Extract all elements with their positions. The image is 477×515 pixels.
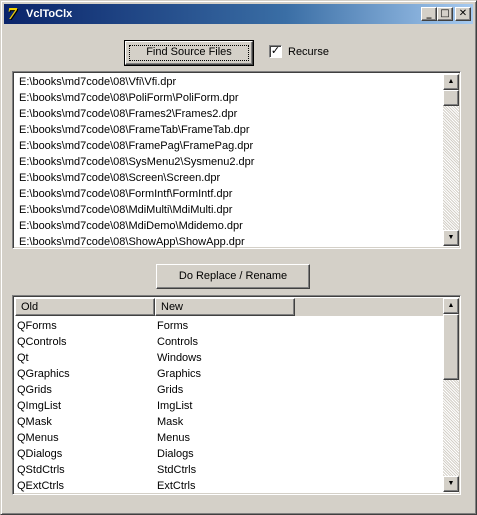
new-unit-name: Windows [157,352,202,364]
mapping-row[interactable]: QForms Forms [15,318,443,334]
do-replace-rename-button[interactable]: Do Replace / Rename [156,264,310,289]
column-header-old[interactable]: Old [15,298,155,316]
header-filler [295,298,443,316]
old-unit-name: Qt [17,352,29,364]
new-unit-name: Grids [157,384,184,396]
old-unit-name: QMask [17,416,52,428]
new-unit-name: Graphics [157,368,202,380]
mapping-row[interactable]: QControls Controls [15,334,443,350]
mapping-row[interactable]: Qt Windows [15,350,443,366]
mapping-row[interactable]: QMask Mask [15,414,443,430]
mapping-vertical-scrollbar[interactable]: ▲ ▼ [443,298,459,492]
minimize-button[interactable]: _ [421,7,437,21]
file-list-item[interactable]: E:\books\md7code\08\Vfi\Vfi.dpr [16,74,442,90]
column-header-new[interactable]: New [155,298,295,316]
file-list-item[interactable]: E:\books\md7code\08\FormIntf\FormIntf.dp… [16,186,442,202]
old-unit-name: QGrids [17,384,52,396]
old-unit-name: QImgList [17,400,62,412]
mapping-row[interactable]: QDialogs Dialogs [15,446,443,462]
file-list-item[interactable]: E:\books\md7code\08\MdiDemo\Mdidemo.dpr [16,218,442,234]
old-unit-name: QMenus [17,432,59,444]
new-unit-name: Menus [157,432,191,444]
scroll-up-arrow-icon[interactable]: ▲ [443,298,459,314]
scroll-down-arrow-icon[interactable]: ▼ [443,476,459,492]
mapping-rows: QForms Forms QControls Controls Qt Windows QGr… [15,318,443,494]
recurse-label[interactable]: Recurse [288,45,329,59]
delphi-7-icon[interactable]: 7 [7,6,23,22]
old-unit-name: QExtCtrls [17,480,65,492]
file-list-item[interactable]: E:\books\md7code\08\Screen\Screen.dpr [16,170,442,186]
file-list-item[interactable]: E:\books\md7code\08\SysMenu2\Sysmenu2.dp… [16,154,442,170]
file-list-item[interactable]: E:\books\md7code\08\MdiMulti\MdiMulti.dp… [16,202,442,218]
mapping-row[interactable]: QExtCtrls ExtCtrls [15,478,443,494]
file-list-item[interactable]: E:\books\md7code\08\ShowApp\ShowApp.dpr [16,234,442,248]
close-button[interactable]: ✕ [455,7,471,21]
file-list-item[interactable]: E:\books\md7code\08\Frames2\Frames2.dpr [16,106,442,122]
new-unit-name: StdCtrls [157,464,197,476]
scroll-up-arrow-icon[interactable]: ▲ [443,74,459,90]
file-list-item[interactable]: E:\books\md7code\08\FramePag\FramePag.dp… [16,138,442,154]
scroll-down-arrow-icon[interactable]: ▼ [443,230,459,246]
find-source-files-label: Find Source Files [146,46,232,58]
recurse-checkbox[interactable]: ✓ [269,45,282,58]
new-unit-name: Controls [157,336,198,348]
new-unit-name: ImgList [157,400,193,412]
title-bar[interactable]: 7 VclToClx _ □ ✕ [4,4,473,24]
mapping-scroll-thumb[interactable] [443,314,459,380]
find-source-files-button[interactable]: Find Source Files [124,40,254,66]
source-files-list[interactable]: E:\books\md7code\08\Vfi\Vfi.dpr E:\books\… [12,71,461,249]
new-unit-name: ExtCtrls [157,480,196,492]
files-vertical-scrollbar[interactable]: ▲ ▼ [443,74,459,246]
mapping-row[interactable]: QImgList ImgList [15,398,443,414]
mapping-row[interactable]: QGraphics Graphics [15,366,443,382]
new-unit-name: Forms [157,320,189,332]
unit-mapping-list[interactable]: Old New QForms Forms QControls Controls Qt Wi… [12,295,461,495]
files-scroll-thumb[interactable] [443,90,459,106]
source-files-rows: E:\books\md7code\08\Vfi\Vfi.dpr E:\books\… [16,74,442,248]
mapping-row[interactable]: QGrids Grids [15,382,443,398]
file-list-item[interactable]: E:\books\md7code\08\PoliForm\PoliForm.dp… [16,90,442,106]
maximize-button[interactable]: □ [437,7,453,21]
old-unit-name: QControls [17,336,67,348]
window-title: VclToClx [26,8,73,20]
old-unit-name: QDialogs [17,448,63,460]
new-unit-name: Mask [157,416,184,428]
old-unit-name: QGraphics [17,368,70,380]
mapping-row[interactable]: QMenus Menus [15,430,443,446]
new-unit-name: Dialogs [157,448,194,460]
file-list-item[interactable]: E:\books\md7code\08\FrameTab\FrameTab.dp… [16,122,442,138]
mapping-row[interactable]: QStdCtrls StdCtrls [15,462,443,478]
vcltoclx-window: 7 VclToClx _ □ ✕ Find Source Files ✓ Rec… [0,0,477,515]
old-unit-name: QForms [17,320,57,332]
old-unit-name: QStdCtrls [17,464,65,476]
